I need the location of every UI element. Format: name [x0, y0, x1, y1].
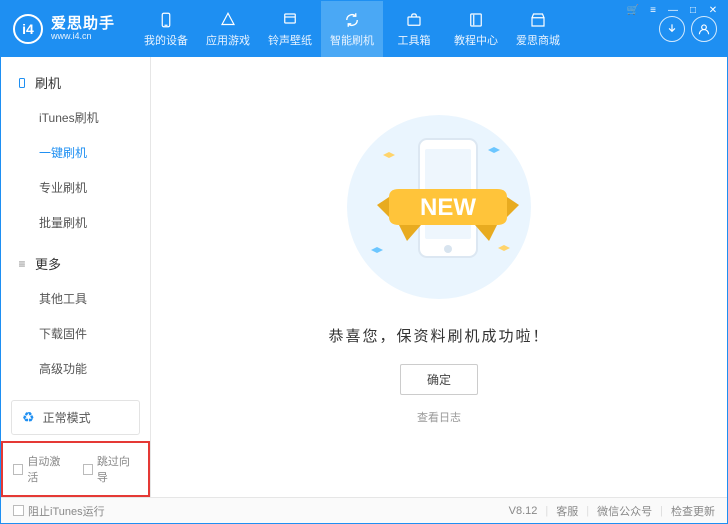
close-button[interactable]: ✕ [705, 3, 721, 17]
minimize-button[interactable]: — [665, 3, 681, 17]
footer: 阻止iTunes运行 V8.12 | 客服 | 微信公众号 | 检查更新 [1, 497, 727, 523]
header-right [659, 16, 717, 42]
nav-label: 应用游戏 [206, 32, 250, 48]
sidebar-item-itunes-flash[interactable]: iTunes刷机 [1, 100, 150, 135]
checkbox-icon [13, 505, 24, 516]
footer-link-wechat[interactable]: 微信公众号 [597, 503, 652, 519]
nav-ringtones[interactable]: 铃声壁纸 [259, 1, 321, 57]
cart-icon[interactable]: 🛒 [625, 3, 641, 17]
nav-apps[interactable]: 应用游戏 [197, 1, 259, 57]
sidebar-item-download-firmware[interactable]: 下载固件 [1, 316, 150, 351]
more-icon: ≡ [15, 257, 29, 271]
success-message: 恭喜您，保资料刷机成功啦！ [328, 325, 549, 346]
sidebar-group-flash[interactable]: 刷机 [1, 67, 150, 98]
store-icon [528, 11, 548, 29]
nav-label: 我的设备 [144, 32, 188, 48]
checkbox-label: 自动激活 [27, 453, 68, 485]
version-label: V8.12 [509, 505, 538, 517]
separator: | [586, 505, 589, 517]
sync-icon: ♻ [22, 409, 35, 426]
brand-text: 爱思助手 www.i4.cn [51, 16, 115, 42]
sidebar: 刷机 iTunes刷机 一键刷机 专业刷机 批量刷机 ≡ 更多 其他工具 下载固… [1, 57, 151, 497]
download-icon [665, 22, 679, 36]
confirm-button[interactable]: 确定 [400, 364, 478, 395]
sidebar-item-advanced[interactable]: 高级功能 [1, 351, 150, 386]
checkbox-icon [83, 464, 93, 475]
checkbox-label: 阻止iTunes运行 [28, 503, 105, 519]
bottom-options-highlight: 自动激活 跳过向导 [1, 441, 150, 497]
sidebar-item-oneclick-flash[interactable]: 一键刷机 [1, 135, 150, 170]
brand-name: 爱思助手 [51, 16, 115, 33]
mode-label: 正常模式 [43, 409, 91, 426]
top-nav: 我的设备 应用游戏 铃声壁纸 智能刷机 工具箱 教程中心 [135, 1, 569, 57]
main-content: NEW 恭喜您，保资料刷机成功啦！ 确定 查看日志 [151, 57, 727, 497]
brand-domain: www.i4.cn [51, 32, 115, 42]
phone-small-icon [15, 76, 29, 90]
toolbox-icon [404, 11, 424, 29]
sidebar-item-other-tools[interactable]: 其他工具 [1, 281, 150, 316]
book-icon [466, 11, 486, 29]
nav-label: 教程中心 [454, 32, 498, 48]
brand-logo[interactable]: i4 爱思助手 www.i4.cn [13, 14, 115, 44]
user-icon [697, 22, 711, 36]
new-banner-text: NEW [420, 194, 476, 221]
refresh-icon [342, 11, 362, 29]
nav-flash[interactable]: 智能刷机 [321, 1, 383, 57]
footer-link-support[interactable]: 客服 [556, 503, 578, 519]
sidebar-item-batch-flash[interactable]: 批量刷机 [1, 205, 150, 240]
checkbox-block-itunes[interactable]: 阻止iTunes运行 [13, 503, 105, 519]
checkbox-auto-activate[interactable]: 自动激活 [13, 453, 69, 485]
checkbox-skip-guide[interactable]: 跳过向导 [83, 453, 139, 485]
header: 🛒 ≡ — □ ✕ i4 爱思助手 www.i4.cn 我的设备 应用游戏 [1, 1, 727, 57]
sidebar-item-pro-flash[interactable]: 专业刷机 [1, 170, 150, 205]
separator: | [545, 505, 548, 517]
checkbox-label: 跳过向导 [97, 453, 138, 485]
success-illustration: NEW [329, 97, 549, 307]
logo-badge-icon: i4 [13, 14, 43, 44]
apps-icon [218, 11, 238, 29]
separator: | [660, 505, 663, 517]
nav-tutorials[interactable]: 教程中心 [445, 1, 507, 57]
nav-label: 爱思商城 [516, 32, 560, 48]
nav-label: 铃声壁纸 [268, 32, 312, 48]
download-button[interactable] [659, 16, 685, 42]
nav-my-device[interactable]: 我的设备 [135, 1, 197, 57]
phone-icon [156, 11, 176, 29]
maximize-button[interactable]: □ [685, 3, 701, 17]
user-button[interactable] [691, 16, 717, 42]
nav-store[interactable]: 爱思商城 [507, 1, 569, 57]
group-title: 刷机 [35, 73, 61, 92]
nav-toolbox[interactable]: 工具箱 [383, 1, 445, 57]
view-log-link[interactable]: 查看日志 [417, 409, 461, 425]
checkbox-icon [13, 464, 23, 475]
nav-label: 智能刷机 [330, 32, 374, 48]
device-mode-box[interactable]: ♻ 正常模式 [11, 400, 140, 435]
window-controls: 🛒 ≡ — □ ✕ [625, 3, 721, 17]
menu-icon[interactable]: ≡ [645, 3, 661, 17]
group-title: 更多 [35, 254, 61, 273]
nav-label: 工具箱 [398, 32, 431, 48]
footer-link-update[interactable]: 检查更新 [671, 503, 715, 519]
music-icon [280, 11, 300, 29]
sidebar-group-more[interactable]: ≡ 更多 [1, 248, 150, 279]
